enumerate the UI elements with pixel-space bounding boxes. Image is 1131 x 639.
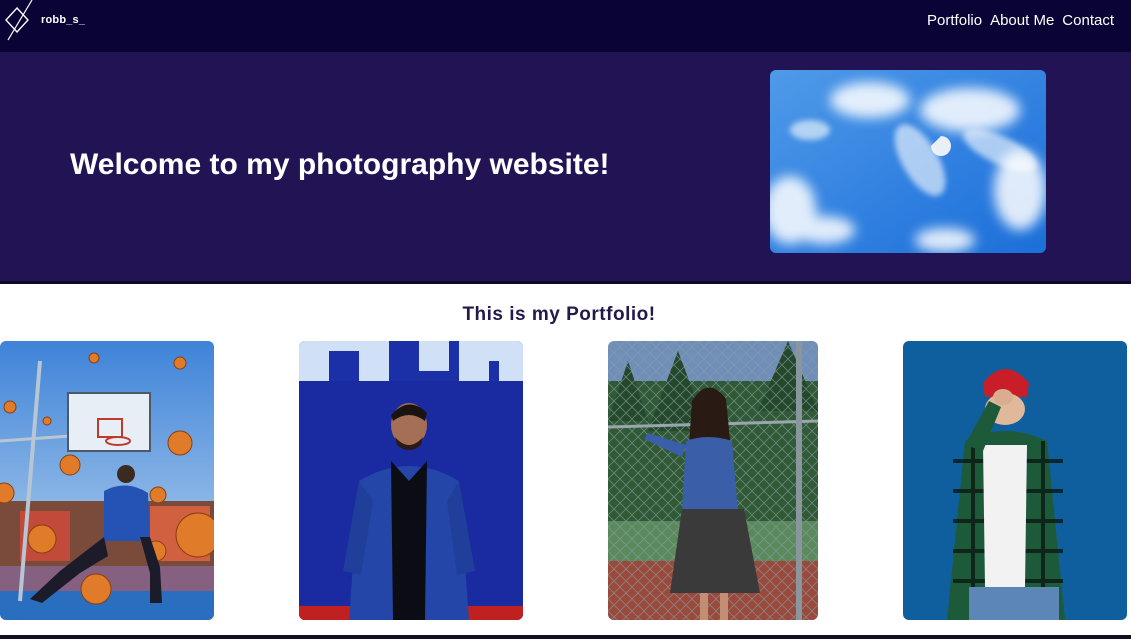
- hero-title: Welcome to my photography website!: [70, 148, 610, 181]
- nav-links: Portfolio About Me Contact: [927, 12, 1114, 29]
- portfolio-heading: This is my Portfolio!: [462, 304, 656, 325]
- portfolio-photo-beanie-portrait[interactable]: [903, 341, 1127, 620]
- nav-link-portfolio[interactable]: Portfolio: [927, 12, 982, 29]
- navbar: robb_s_ Portfolio About Me Contact: [0, 0, 1131, 52]
- nav-link-contact[interactable]: Contact: [1062, 12, 1114, 29]
- hero-banner: Welcome to my photography website!: [0, 52, 1131, 284]
- hero-sky-moon-photo: [770, 70, 1046, 253]
- portfolio-photo-denim-portrait[interactable]: [299, 341, 523, 620]
- portfolio-photo-basketball[interactable]: [0, 341, 214, 620]
- footer-divider: [0, 635, 1131, 639]
- portfolio-photo-fence-portrait[interactable]: [608, 341, 818, 620]
- nav-link-about-me[interactable]: About Me: [990, 12, 1054, 29]
- diamond-logo-icon[interactable]: [2, 0, 38, 42]
- brand-name[interactable]: robb_s_: [41, 14, 85, 26]
